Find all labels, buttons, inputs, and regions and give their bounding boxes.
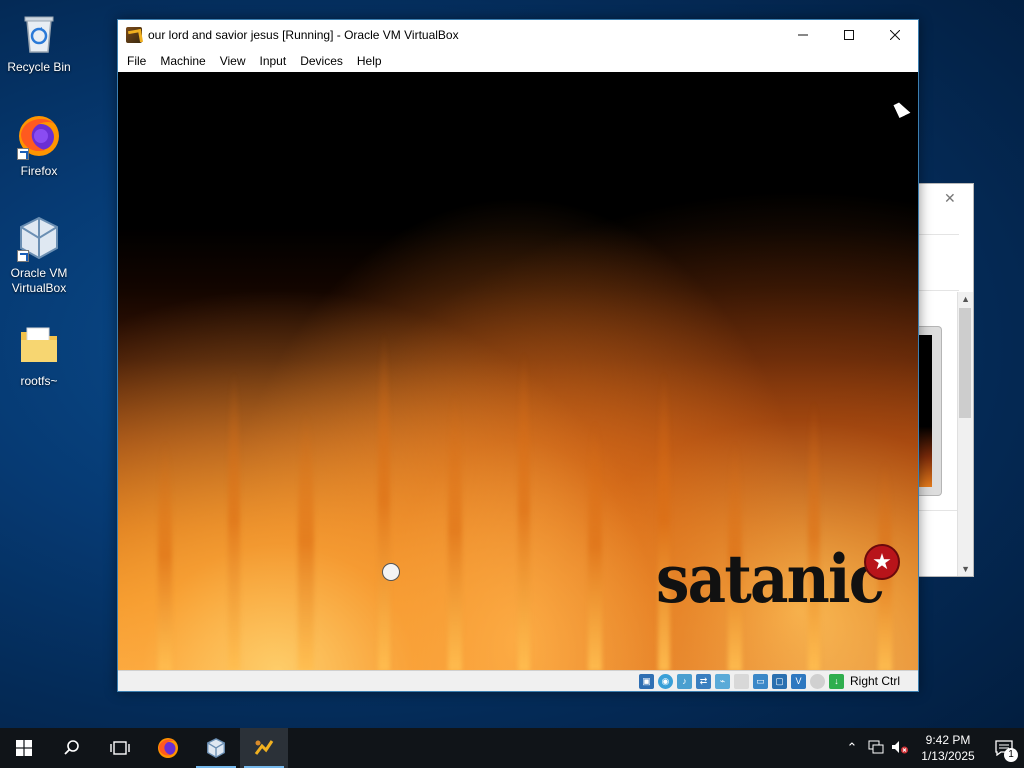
scroll-up-icon[interactable]: ▲ (961, 294, 970, 304)
keyboard-capture-icon[interactable]: ↓ (828, 673, 844, 689)
vm-preview-thumbnail (918, 326, 942, 496)
vm-window-icon (254, 740, 274, 755)
recycle-bin-icon (15, 8, 63, 56)
divider (918, 290, 959, 291)
task-view-button[interactable] (96, 728, 144, 768)
desktop-icon-recycle-bin[interactable]: Recycle Bin (0, 8, 78, 75)
usb-icon[interactable]: ⌁ (714, 673, 730, 689)
shortcut-arrow-icon (17, 148, 29, 160)
flame (658, 371, 670, 671)
flame (298, 411, 314, 671)
taskbar-vm-window[interactable] (240, 728, 288, 768)
action-center-button[interactable]: 1 (984, 728, 1024, 768)
divider (918, 510, 959, 511)
flame (588, 421, 602, 671)
minimize-button[interactable] (780, 20, 826, 50)
desktop-icon-rootfs[interactable]: rootfs~ (0, 322, 78, 389)
virtualization-icon[interactable]: V (790, 673, 806, 689)
flame (808, 401, 820, 671)
flame (448, 391, 462, 671)
desktop-icon-firefox[interactable]: Firefox (0, 112, 78, 179)
virtualbox-icon (15, 214, 63, 262)
pentagram-icon: ★ (864, 544, 900, 580)
title-bar[interactable]: our lord and savior jesus [Running] - Or… (118, 20, 918, 50)
virtualbox-vm-window[interactable]: our lord and savior jesus [Running] - Or… (117, 19, 919, 692)
window-controls (780, 20, 918, 50)
chevron-up-icon[interactable]: ⌃ (840, 740, 864, 756)
virtualbox-icon (207, 738, 225, 758)
vm-guest-display[interactable]: satanic ★ (118, 72, 918, 671)
menu-bar: File Machine View Input Devices Help (118, 50, 918, 72)
window-title: our lord and savior jesus [Running] - Or… (148, 28, 459, 42)
shared-folders-icon[interactable] (733, 673, 749, 689)
desktop-icon-label: Firefox (20, 164, 58, 178)
menu-file[interactable]: File (120, 54, 153, 68)
flame (228, 371, 240, 671)
menu-devices[interactable]: Devices (293, 54, 350, 68)
flame (158, 441, 172, 671)
minimize-icon (798, 34, 808, 36)
volume-muted-icon[interactable] (888, 740, 912, 757)
folder-icon (15, 322, 63, 370)
background-window[interactable]: ✕ ▲ ▼ (918, 183, 974, 577)
close-icon (890, 30, 900, 40)
clock-date: 1/13/2025 (921, 749, 975, 763)
scrollbar-thumb[interactable] (959, 308, 971, 418)
firefox-icon (15, 112, 63, 160)
divider (918, 234, 959, 235)
status-bar: ▣ ◉ ♪ ⇄ ⌁ ▭ ▢ V ↓ Right Ctrl (118, 670, 918, 691)
clock[interactable]: 9:42 PM 1/13/2025 (912, 732, 984, 764)
firefox-icon (158, 738, 178, 758)
clock-time: 9:42 PM (925, 733, 971, 747)
flame (518, 351, 530, 671)
taskbar: ⌃ 9:42 PM 1/13/2025 1 (0, 728, 1024, 768)
desktop-icon-label: Recycle Bin (7, 60, 71, 74)
search-icon (64, 740, 79, 755)
menu-view[interactable]: View (213, 54, 253, 68)
close-icon[interactable]: ✕ (944, 190, 956, 207)
menu-help[interactable]: Help (350, 54, 389, 68)
virtualbox-app-icon (126, 27, 142, 43)
network-icon[interactable] (864, 740, 888, 757)
audio-icon[interactable]: ♪ (676, 673, 692, 689)
hard-disk-icon[interactable]: ▣ (638, 673, 654, 689)
maximize-icon (844, 30, 854, 40)
vm-preview-image (918, 335, 932, 487)
taskbar-virtualbox-manager[interactable] (192, 728, 240, 768)
optical-drive-icon[interactable]: ◉ (657, 673, 673, 689)
maximize-button[interactable] (826, 20, 872, 50)
flame (378, 331, 390, 671)
shortcut-arrow-icon (17, 250, 29, 262)
desktop-icon-label: Oracle VM VirtualBox (10, 266, 68, 295)
desktop-icon-virtualbox[interactable]: Oracle VM VirtualBox (0, 214, 78, 296)
windows-logo-icon (16, 740, 32, 756)
mouse-pointer-icon (893, 100, 911, 118)
network-icon[interactable]: ⇄ (695, 673, 711, 689)
scroll-down-icon[interactable]: ▼ (961, 564, 970, 574)
search-button[interactable] (48, 728, 96, 768)
system-tray: ⌃ 9:42 PM 1/13/2025 1 (840, 728, 1024, 768)
desktop-icon-label: rootfs~ (20, 374, 58, 388)
close-button[interactable] (872, 20, 918, 50)
guest-logo-text: satanic (656, 540, 885, 618)
display-icon[interactable]: ▭ (752, 673, 768, 689)
start-button[interactable] (0, 728, 48, 768)
task-view-icon (110, 741, 130, 755)
taskbar-firefox[interactable] (144, 728, 192, 768)
notification-count-badge: 1 (1004, 748, 1018, 762)
menu-input[interactable]: Input (253, 54, 294, 68)
mouse-integration-icon[interactable] (809, 673, 825, 689)
video-capture-icon[interactable]: ▢ (771, 673, 787, 689)
host-key-label: Right Ctrl (849, 674, 900, 688)
busy-cursor-icon (382, 563, 400, 581)
menu-machine[interactable]: Machine (153, 54, 212, 68)
